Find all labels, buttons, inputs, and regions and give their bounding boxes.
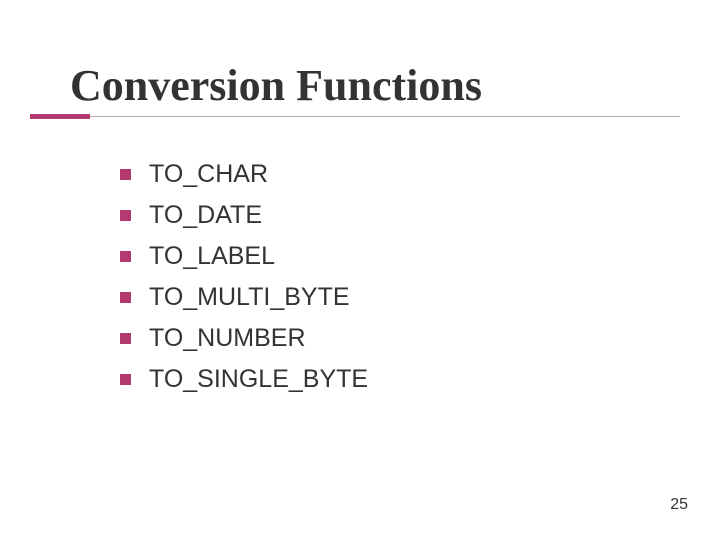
list-item-text: TO_DATE [149,201,262,230]
list-item: TO_CHAR [120,160,368,189]
square-bullet-icon [120,292,131,303]
square-bullet-icon [120,333,131,344]
rule-gray [30,116,680,117]
list-item: TO_MULTI_BYTE [120,283,368,312]
page-number: 25 [670,496,688,514]
slide-title: Conversion Functions [70,62,680,110]
title-block: Conversion Functions [70,62,680,120]
list-item-text: TO_MULTI_BYTE [149,283,350,312]
list-item: TO_NUMBER [120,324,368,353]
title-underline [70,114,680,120]
list-item-text: TO_LABEL [149,242,275,271]
square-bullet-icon [120,169,131,180]
content-list: TO_CHAR TO_DATE TO_LABEL TO_MULTI_BYTE T… [120,160,368,406]
list-item: TO_DATE [120,201,368,230]
square-bullet-icon [120,374,131,385]
list-item: TO_SINGLE_BYTE [120,365,368,394]
list-item-text: TO_NUMBER [149,324,306,353]
square-bullet-icon [120,251,131,262]
list-item-text: TO_CHAR [149,160,268,189]
rule-accent [30,114,90,119]
list-item-text: TO_SINGLE_BYTE [149,365,368,394]
list-item: TO_LABEL [120,242,368,271]
square-bullet-icon [120,210,131,221]
